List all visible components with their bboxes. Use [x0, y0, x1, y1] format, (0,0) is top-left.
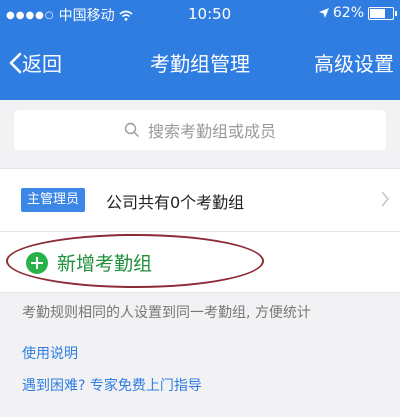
new-group-row[interactable]: 新增考勤组: [0, 232, 400, 293]
nav-bar: 返回 考勤组管理 高级设置: [0, 27, 400, 100]
location-arrow-icon: [318, 8, 329, 18]
status-bar: ●●●●○ 中国移动 10:50 62%: [0, 0, 400, 27]
search-input[interactable]: 搜索考勤组或成员: [14, 110, 386, 150]
search-section: 搜索考勤组或成员: [0, 100, 400, 162]
guide-link[interactable]: 使用说明: [22, 343, 78, 363]
chevron-right-icon: [381, 191, 389, 207]
admin-row[interactable]: 主管理员 公司共有0个考勤组: [0, 168, 400, 232]
admin-badge: 主管理员: [21, 188, 86, 212]
signal-dots-icon: ●●●●○: [6, 9, 55, 21]
add-icon: [26, 252, 48, 274]
battery-icon: [368, 6, 397, 20]
new-group-button[interactable]: 新增考勤组: [57, 249, 152, 276]
battery-percent: 62%: [332, 5, 364, 21]
battery-fill: [370, 8, 385, 18]
hint-text: 考勤规则相同的人设置到同一考勤组, 方便统计: [22, 305, 311, 321]
expert-help-link[interactable]: 遇到困难? 专家免费上门指导: [22, 375, 202, 395]
status-right: 62%: [318, 5, 397, 21]
advanced-settings-button[interactable]: 高级设置: [314, 48, 394, 77]
carrier-label: 中国移动: [58, 8, 115, 24]
group-count-text: 公司共有0个考勤组: [106, 193, 245, 212]
search-icon: [124, 122, 139, 137]
status-left: ●●●●○ 中国移动: [6, 5, 133, 25]
search-placeholder: 搜索考勤组或成员: [147, 122, 276, 141]
wifi-icon: [119, 10, 133, 21]
status-time: 10:50: [188, 5, 232, 23]
